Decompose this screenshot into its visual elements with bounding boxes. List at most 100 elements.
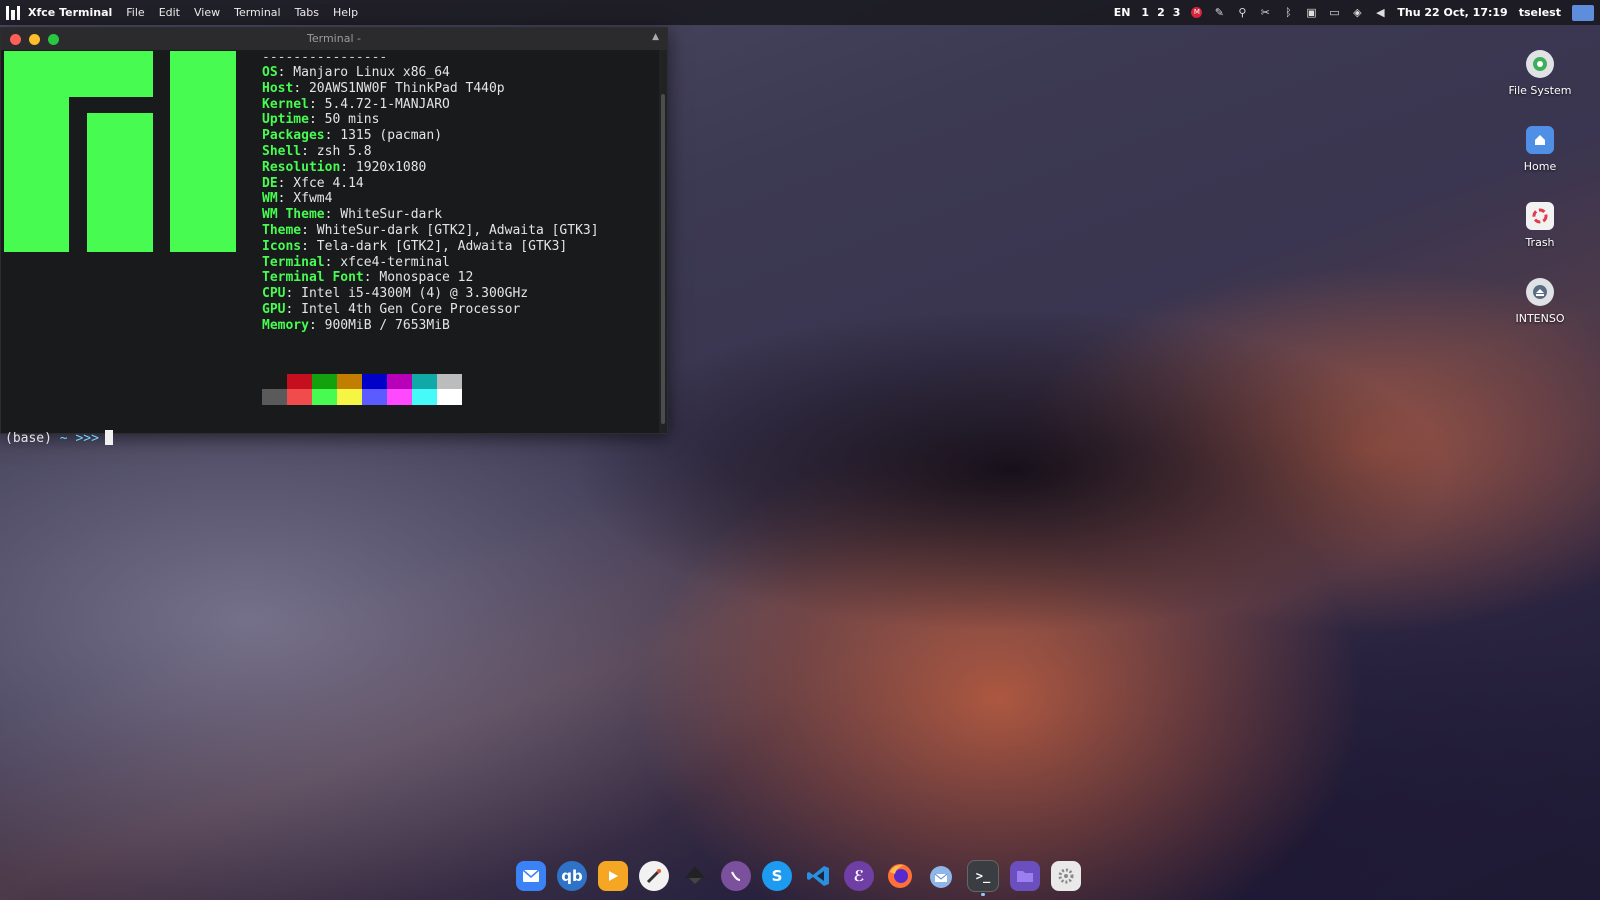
info-row: Uptime: 50 mins bbox=[262, 112, 380, 128]
info-row: Theme: WhiteSur-dark [GTK2], Adwaita [GT… bbox=[262, 222, 599, 238]
terminal-output[interactable]: ---------------- OS: Manjaro Linux x86_6… bbox=[1, 50, 659, 446]
workspace-1[interactable]: 1 bbox=[1141, 6, 1149, 19]
active-app-name[interactable]: Xfce Terminal bbox=[28, 6, 112, 19]
palette-swatch bbox=[362, 389, 387, 405]
info-row: DE: Xfce 4.14 bbox=[262, 175, 364, 191]
terminal-icon[interactable]: >_ bbox=[967, 860, 999, 896]
desktop-icon-label: Home bbox=[1523, 160, 1557, 173]
user-name[interactable]: tselest bbox=[1519, 6, 1561, 19]
palette-swatch bbox=[412, 389, 437, 405]
settings-icon[interactable] bbox=[1051, 861, 1081, 891]
info-row: OS: Manjaro Linux x86_64 bbox=[262, 65, 450, 80]
desktop-icon-label: INTENSO bbox=[1515, 312, 1565, 325]
menu-view[interactable]: View bbox=[194, 6, 220, 19]
desktop-icon-label: Trash bbox=[1525, 236, 1555, 249]
info-row: Terminal: xfce4-terminal bbox=[262, 254, 450, 270]
info-row: Resolution: 1920x1080 bbox=[262, 159, 427, 175]
tools-icon[interactable]: ✂ bbox=[1259, 6, 1271, 19]
terminal-scrollbar[interactable] bbox=[659, 50, 667, 433]
info-row: Terminal Font: Monospace 12 bbox=[262, 270, 474, 286]
manjaro-logo-block bbox=[4, 51, 153, 97]
palette-swatch bbox=[437, 389, 462, 405]
menu-tabs[interactable]: Tabs bbox=[295, 6, 319, 19]
palette-swatch bbox=[387, 374, 412, 389]
desktop-icon-home[interactable]: Home bbox=[1500, 126, 1580, 173]
manjaro-logo-block bbox=[170, 51, 236, 252]
top-panel: Xfce Terminal File Edit View Terminal Ta… bbox=[0, 0, 1600, 25]
desktop-icon-intenso[interactable]: INTENSO bbox=[1500, 278, 1580, 325]
roll-up-icon[interactable]: ▲ bbox=[652, 32, 659, 42]
inkscape-icon[interactable] bbox=[680, 861, 710, 891]
palette-swatch bbox=[337, 389, 362, 405]
mega-sync-icon[interactable]: M bbox=[1191, 7, 1203, 18]
palette-swatch bbox=[287, 389, 312, 405]
mail-icon[interactable] bbox=[516, 861, 546, 891]
skype-icon[interactable]: S bbox=[762, 861, 792, 891]
qbittorrent-icon[interactable]: qb bbox=[557, 861, 587, 891]
dock: qb S ℰ >_ bbox=[516, 858, 1081, 896]
palette-swatch bbox=[362, 374, 387, 389]
volume-icon[interactable]: ◀ bbox=[1374, 6, 1386, 19]
display-icon[interactable]: ▭ bbox=[1328, 6, 1340, 19]
desktop-icon-file-system[interactable]: File System bbox=[1500, 50, 1580, 97]
keyboard-layout[interactable]: EN bbox=[1114, 6, 1131, 19]
location-icon[interactable]: ⚲ bbox=[1236, 6, 1248, 19]
pen-icon[interactable]: ✎ bbox=[1213, 6, 1225, 19]
info-row: WM Theme: WhiteSur-dark bbox=[262, 207, 443, 223]
firefox-icon[interactable] bbox=[885, 861, 915, 891]
drawing-icon[interactable] bbox=[639, 861, 669, 891]
terminal-titlebar[interactable]: Terminal - ▲ bbox=[1, 28, 667, 50]
terminal-window: Terminal - ▲ ---------------- OS: Manjar… bbox=[0, 27, 668, 446]
info-row: GPU: Intel 4th Gen Core Processor bbox=[262, 301, 521, 317]
palette-swatch bbox=[262, 374, 287, 389]
emacs-icon[interactable]: ℰ bbox=[844, 861, 874, 891]
shield-icon[interactable]: ◈ bbox=[1351, 6, 1363, 19]
text-cursor bbox=[104, 430, 113, 445]
file-manager-icon[interactable] bbox=[1010, 861, 1040, 891]
palette-swatch bbox=[312, 374, 337, 389]
palette-swatch bbox=[387, 389, 412, 405]
palette-swatch bbox=[262, 389, 287, 405]
window-title: Terminal - bbox=[307, 32, 361, 45]
workspace-2[interactable]: 2 bbox=[1157, 6, 1165, 19]
manjaro-logo-block bbox=[4, 97, 69, 252]
desktop-icon-trash[interactable]: Trash bbox=[1500, 202, 1580, 249]
trash-icon bbox=[1526, 202, 1554, 230]
viber-icon[interactable] bbox=[721, 861, 751, 891]
manjaro-logo-block bbox=[87, 113, 153, 252]
palette-swatch bbox=[437, 374, 462, 389]
bluetooth-icon[interactable]: ᛒ bbox=[1282, 6, 1294, 19]
menu-edit[interactable]: Edit bbox=[159, 6, 180, 19]
system-tray: EN 1 2 3 M ✎ ⚲ ✂ ᛒ ▣ ▭ ◈ ◀ Thu 22 Oct, 1… bbox=[1114, 0, 1600, 25]
vscode-icon[interactable] bbox=[803, 861, 833, 891]
info-row: Kernel: 5.4.72-1-MANJARO bbox=[262, 96, 450, 112]
clipboard-icon[interactable]: ▣ bbox=[1305, 6, 1317, 19]
menu-help[interactable]: Help bbox=[333, 6, 358, 19]
info-row: CPU: Intel i5-4300M (4) @ 3.300GHz bbox=[262, 286, 529, 302]
menu-file[interactable]: File bbox=[126, 6, 144, 19]
neofetch-info: OS: Manjaro Linux x86_64 Host: 20AWS1NW0… bbox=[262, 65, 599, 334]
info-row: WM: Xfwm4 bbox=[262, 191, 333, 207]
manjaro-menu-icon[interactable] bbox=[6, 5, 20, 20]
scrollbar-thumb[interactable] bbox=[661, 94, 665, 424]
palette-swatch bbox=[412, 374, 437, 389]
media-player-icon[interactable] bbox=[598, 861, 628, 891]
desktop-icon-label: File System bbox=[1508, 84, 1572, 97]
thunderbird-icon[interactable] bbox=[926, 861, 956, 891]
info-row: Packages: 1315 (pacman) bbox=[262, 128, 443, 144]
workspace-3[interactable]: 3 bbox=[1173, 6, 1181, 19]
workspace-switcher: 1 2 3 bbox=[1141, 6, 1180, 19]
home-folder-icon bbox=[1526, 126, 1554, 154]
usb-drive-icon bbox=[1526, 278, 1554, 306]
show-desktop-icon[interactable] bbox=[1572, 4, 1594, 21]
running-indicator bbox=[981, 893, 985, 896]
menu-terminal[interactable]: Terminal bbox=[234, 6, 281, 19]
shell-prompt[interactable]: (base) ~ >>> bbox=[5, 430, 113, 446]
info-row: Icons: Tela-dark [GTK2], Adwaita [GTK3] bbox=[262, 238, 568, 254]
info-row: Shell: zsh 5.8 bbox=[262, 143, 372, 159]
clock[interactable]: Thu 22 Oct, 17:19 bbox=[1397, 6, 1507, 19]
neofetch-separator: ---------------- bbox=[262, 50, 388, 65]
drive-icon bbox=[1526, 50, 1554, 78]
info-row: Memory: 900MiB / 7653MiB bbox=[262, 317, 450, 333]
palette-swatch bbox=[287, 374, 312, 389]
